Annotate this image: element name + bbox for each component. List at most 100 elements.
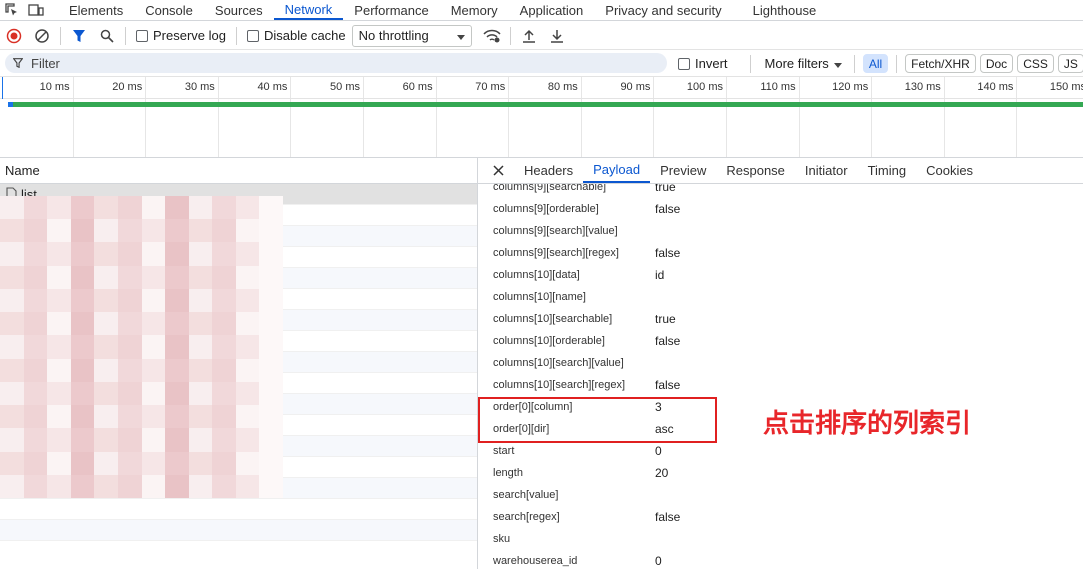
- redacted-tile: [23, 288, 48, 313]
- redacted-tile: [259, 219, 283, 243]
- tab-cookies[interactable]: Cookies: [916, 158, 983, 183]
- redacted-tile: [212, 335, 236, 359]
- timeline-tick-label: 140 ms: [977, 81, 1014, 93]
- tab-preview[interactable]: Preview: [650, 158, 716, 183]
- checkbox-box[interactable]: [678, 57, 690, 70]
- tab-network[interactable]: Network: [273, 0, 344, 20]
- disable-cache-label: Disable cache: [263, 28, 346, 43]
- payload-row: columns[10][search][regex] false: [478, 374, 1083, 396]
- tab-memory[interactable]: Memory: [440, 0, 509, 20]
- payload-key: columns[10][name]: [493, 291, 586, 303]
- clear-icon[interactable]: [28, 22, 56, 50]
- redacted-tile: [259, 358, 283, 382]
- redacted-tile: [23, 335, 48, 359]
- redacted-tile: [235, 405, 260, 429]
- payload-row: columns[10][search][value]: [478, 352, 1083, 374]
- separator: [125, 26, 126, 45]
- import-har-icon[interactable]: [515, 22, 543, 50]
- redacted-tile: [165, 358, 189, 382]
- type-filter-fetch-xhr[interactable]: Fetch/XHR: [905, 54, 976, 73]
- waterfall-bar-start: [8, 102, 13, 107]
- payload-value: 3: [655, 400, 662, 414]
- redacted-tile: [0, 451, 24, 475]
- payload-key: columns[10][search][value]: [493, 357, 624, 369]
- close-icon[interactable]: [478, 158, 518, 183]
- tab-privacy-security[interactable]: Privacy and security: [594, 0, 732, 20]
- tab-console[interactable]: Console: [134, 0, 204, 20]
- timeline-cursor: [2, 77, 3, 99]
- timeline-overview[interactable]: 10 ms 20 ms 30 ms 40 ms 50 ms 60 ms 70 ms 80 ms…: [0, 76, 1083, 158]
- payload-row: search[value]: [478, 484, 1083, 506]
- redacted-tile: [94, 405, 118, 429]
- devtools-tabbar: Elements Console Sources Network Perform…: [0, 0, 1083, 21]
- payload-row: columns[9][orderable] false: [478, 198, 1083, 220]
- inspect-element-icon[interactable]: [0, 0, 24, 20]
- payload-row: columns[10][name]: [478, 286, 1083, 308]
- type-filter-doc[interactable]: Doc: [979, 54, 1014, 73]
- tab-lighthouse[interactable]: Lighthouse: [733, 0, 828, 20]
- tab-payload[interactable]: Payload: [583, 158, 651, 183]
- redacted-tile: [117, 381, 142, 406]
- tab-performance[interactable]: Performance: [343, 0, 439, 20]
- redacted-tile: [259, 451, 283, 475]
- preserve-log-checkbox[interactable]: Preserve log: [136, 28, 226, 43]
- redacted-tile: [23, 242, 48, 266]
- tab-application[interactable]: Application: [509, 0, 595, 20]
- checkbox-box[interactable]: [136, 29, 148, 42]
- redacted-tile: [0, 219, 24, 243]
- payload-key: order[0][dir]: [493, 423, 550, 435]
- more-filters-button[interactable]: More filters: [765, 56, 842, 71]
- redacted-tile: [212, 405, 236, 429]
- device-toolbar-icon[interactable]: [24, 0, 48, 20]
- checkbox-box[interactable]: [246, 29, 259, 42]
- redacted-tile: [70, 312, 95, 336]
- redacted-tile: [212, 474, 236, 498]
- redacted-tile: [165, 428, 189, 452]
- table-row[interactable]: [0, 499, 477, 520]
- tab-sources[interactable]: Sources: [204, 0, 274, 20]
- payload-row: search[regex] false: [478, 506, 1083, 528]
- redacted-tile: [141, 312, 166, 336]
- redacted-tile: [141, 265, 166, 289]
- payload-value: false: [655, 246, 681, 260]
- redacted-tile: [0, 312, 24, 336]
- search-icon[interactable]: [93, 22, 121, 50]
- separator: [749, 54, 751, 73]
- redacted-tile: [70, 219, 95, 243]
- redacted-tile: [165, 451, 189, 475]
- throttling-select[interactable]: No throttling: [351, 24, 472, 47]
- redacted-tile: [94, 219, 118, 243]
- redacted-tile: [0, 381, 24, 406]
- type-filter-css[interactable]: CSS: [1017, 54, 1054, 73]
- tab-response[interactable]: Response: [716, 158, 795, 183]
- redacted-tile: [117, 219, 142, 243]
- filter-icon[interactable]: [65, 22, 93, 50]
- invert-checkbox[interactable]: Invert: [678, 56, 728, 71]
- redacted-tile: [235, 474, 260, 498]
- tab-headers[interactable]: Headers: [518, 158, 583, 183]
- payload-key: columns[10][orderable]: [493, 335, 605, 347]
- tab-initiator[interactable]: Initiator: [795, 158, 858, 183]
- request-detail-panel: Headers Payload Preview Response Initiat…: [478, 158, 1083, 569]
- table-row[interactable]: [0, 520, 477, 541]
- filter-bar: Filter Invert More filters All Fetch/XHR…: [0, 51, 1083, 76]
- tab-elements[interactable]: Elements: [58, 0, 134, 20]
- filter-input[interactable]: Filter: [5, 53, 667, 73]
- type-filter-all[interactable]: All: [862, 54, 889, 73]
- payload-key: columns[10][searchable]: [493, 313, 613, 325]
- tab-timing[interactable]: Timing: [858, 158, 917, 183]
- name-column-header[interactable]: Name: [0, 158, 477, 184]
- payload-key: columns[9][orderable]: [493, 203, 599, 215]
- redacted-tile: [70, 288, 95, 313]
- redacted-tile: [235, 312, 260, 336]
- disable-cache-checkbox[interactable]: Disable cache: [246, 28, 346, 43]
- type-filter-js[interactable]: JS: [1057, 54, 1083, 73]
- record-icon[interactable]: [0, 22, 28, 50]
- network-conditions-icon[interactable]: [478, 22, 506, 50]
- redacted-tile: [47, 335, 71, 359]
- name-header-label: Name: [5, 163, 40, 178]
- export-har-icon[interactable]: [543, 22, 571, 50]
- payload-value: false: [655, 202, 681, 216]
- redacted-tile: [117, 358, 142, 382]
- redacted-tile: [141, 242, 166, 266]
